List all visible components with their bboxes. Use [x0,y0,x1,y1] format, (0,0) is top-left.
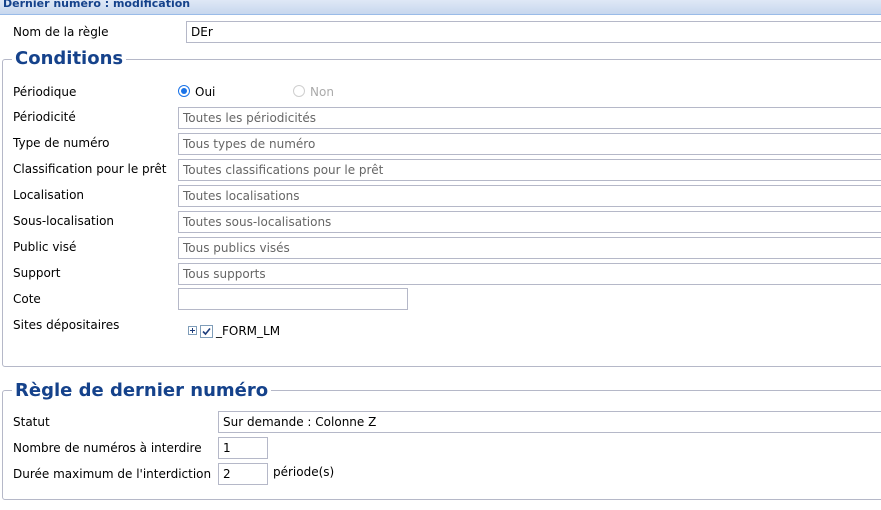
duree-label: Durée maximum de l'interdiction [13,467,212,481]
cote-input[interactable] [178,288,408,310]
public-vise-label: Public visé [13,240,77,254]
public-vise-select[interactable]: Tous publics visés [178,237,881,259]
periodicite-label: Périodicité [13,110,76,124]
window-title: Dernier numéro : modification [3,0,191,10]
statut-label: Statut [13,415,50,429]
tree-expand-icon[interactable] [188,324,197,335]
periodique-label: Périodique [13,85,77,99]
periodique-oui-radio[interactable] [178,85,190,97]
regle-legend: Règle de dernier numéro [12,380,272,402]
duree-input[interactable]: 2 [218,463,268,485]
periodique-non-radio[interactable] [293,85,305,97]
sous-localisation-select[interactable]: Toutes sous-localisations [178,211,881,233]
site-label[interactable]: _FORM_LM [216,324,280,338]
duree-unit: période(s) [273,465,335,479]
type-numero-label: Type de numéro [13,136,110,150]
periodique-non-label[interactable]: Non [310,85,334,99]
statut-select[interactable]: Sur demande : Colonne Z [218,411,881,433]
type-numero-select[interactable]: Tous types de numéro [178,133,881,155]
support-select[interactable]: Tous supports [178,263,881,285]
nombre-label: Nombre de numéros à interdire [13,441,202,455]
rule-name-label: Nom de la règle [13,25,109,39]
support-label: Support [13,266,61,280]
site-checkbox[interactable] [200,325,213,338]
rule-name-input[interactable]: DEr [186,21,881,43]
periodicite-select[interactable]: Toutes les périodicités [178,107,881,129]
nombre-input[interactable]: 1 [218,437,268,459]
classification-label: Classification pour le prêt [13,162,167,176]
periodique-oui-label[interactable]: Oui [195,85,215,99]
classification-select[interactable]: Toutes classifications pour le prêt [178,159,881,181]
conditions-legend: Conditions [12,48,127,70]
cote-label: Cote [13,292,41,306]
sites-label: Sites dépositaires [13,318,120,332]
sous-localisation-label: Sous-localisation [13,214,115,228]
localisation-select[interactable]: Toutes localisations [178,185,881,207]
localisation-label: Localisation [13,188,85,202]
window-title-bar: Dernier numéro : modification [0,0,881,15]
